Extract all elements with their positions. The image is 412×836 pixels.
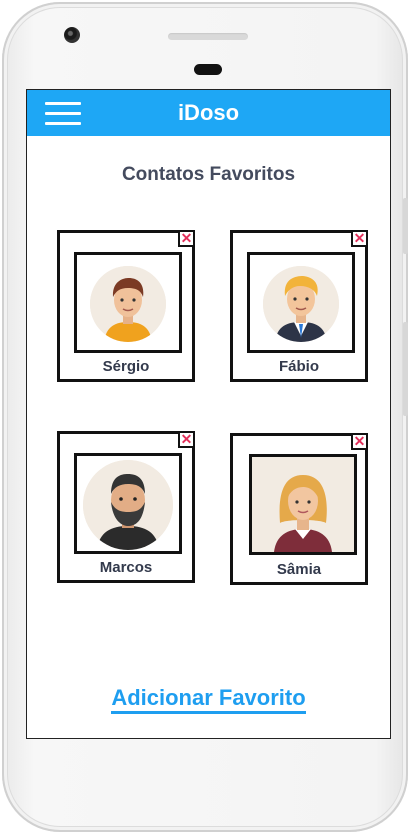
remove-contact-button[interactable]: ✕	[178, 431, 195, 448]
avatar-frame	[247, 252, 355, 353]
contact-name: Marcos	[99, 559, 153, 576]
man-orange-shirt-avatar-icon	[90, 266, 166, 342]
app-bar: iDoso	[27, 90, 390, 136]
app-title: iDoso	[177, 100, 240, 125]
phone-frame: iDoso Contatos Favoritos ✕ Sérgio ✕ Fábi…	[2, 2, 408, 832]
contact-card-samia[interactable]: ✕ Sâmia	[230, 433, 368, 585]
proximity-sensor	[194, 64, 222, 75]
front-camera	[64, 27, 80, 43]
section-title: Contatos Favoritos	[121, 164, 296, 185]
contact-card-marcos[interactable]: ✕ Marcos	[57, 431, 195, 583]
remove-contact-button[interactable]: ✕	[351, 433, 368, 450]
add-favorite-link[interactable]: Adicionar Favorito	[27, 685, 390, 714]
app-screen: iDoso Contatos Favoritos ✕ Sérgio ✕ Fábi…	[26, 89, 391, 739]
add-favorite-label: Adicionar Favorito	[111, 685, 306, 714]
remove-contact-button[interactable]: ✕	[178, 230, 195, 247]
contact-name: Sérgio	[102, 358, 150, 375]
avatar-frame	[74, 453, 182, 554]
contact-card-fabio[interactable]: ✕ Fábio	[230, 230, 368, 382]
volume-button	[403, 198, 408, 254]
power-button	[403, 322, 408, 416]
contact-name: Sâmia	[276, 561, 322, 578]
earpiece-speaker	[168, 33, 248, 40]
blond-man-suit-avatar-icon	[263, 266, 339, 342]
avatar-frame	[249, 454, 357, 555]
avatar-frame	[74, 252, 182, 353]
contact-card-sergio[interactable]: ✕ Sérgio	[57, 230, 195, 382]
contact-name: Fábio	[279, 358, 319, 375]
woman-blonde-avatar-icon	[252, 457, 354, 552]
remove-contact-button[interactable]: ✕	[351, 230, 368, 247]
bearded-man-avatar-icon	[83, 460, 173, 550]
